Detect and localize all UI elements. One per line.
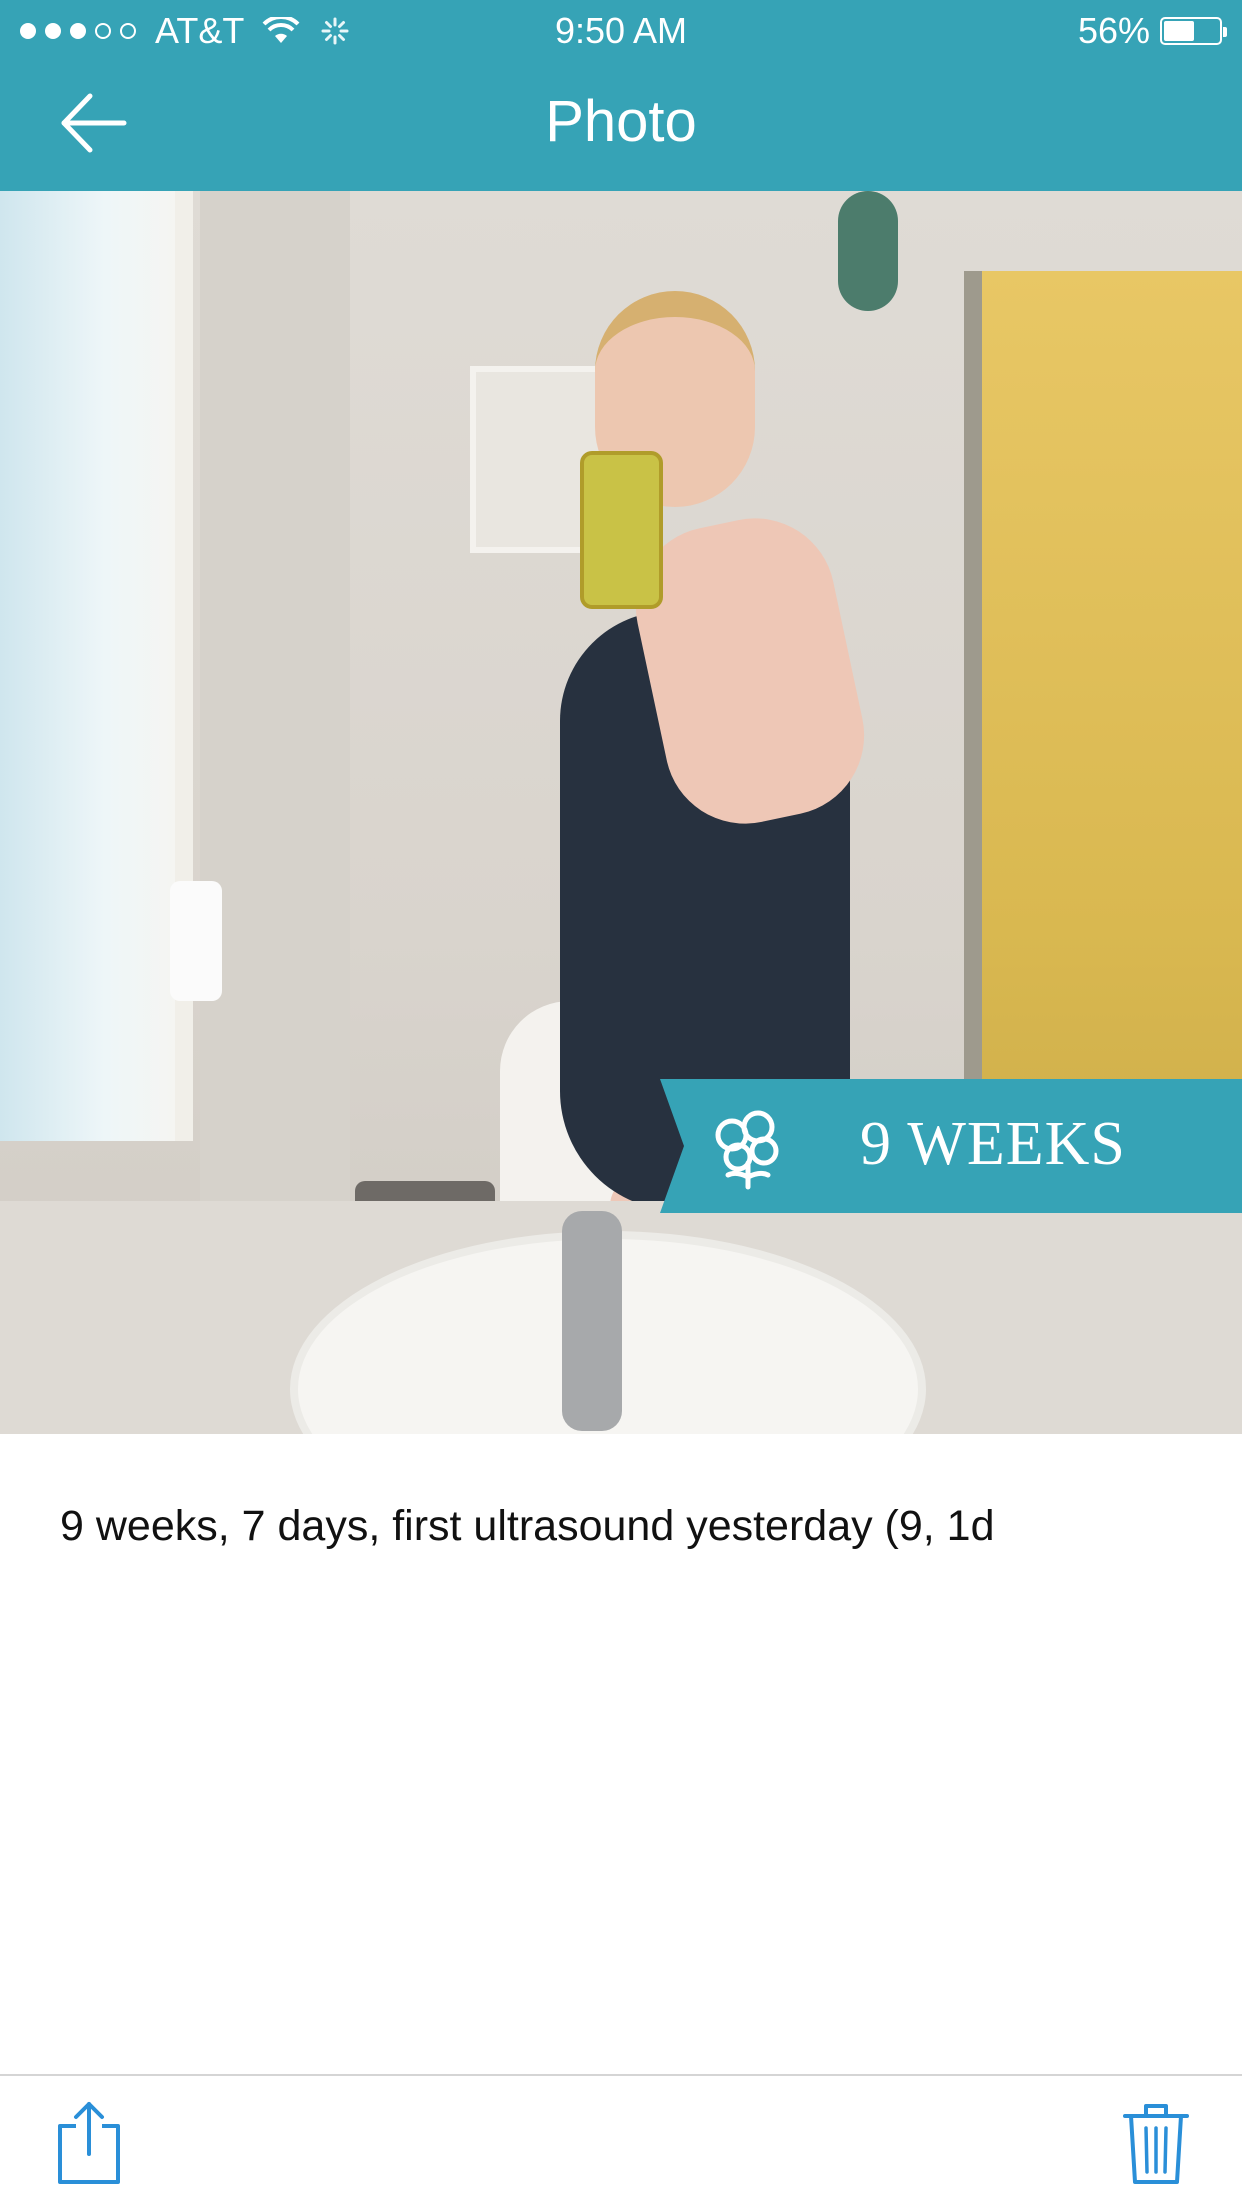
battery-percent: 56% (1077, 10, 1150, 51)
photo-phone (580, 451, 663, 609)
week-badge-label: 9 WEEKS (860, 1110, 1126, 1178)
photo-faucet (562, 1211, 622, 1431)
photo-window (0, 191, 193, 1141)
status-bar: AT&T 9:50 AM 56% (0, 0, 1242, 60)
battery-icon (1160, 17, 1227, 45)
delete-button[interactable] (1121, 2100, 1191, 2186)
photo-caption: 9 weeks, 7 days, first ultrasound yester… (60, 1502, 995, 1550)
share-button[interactable] (54, 2100, 124, 2186)
photo-clock (838, 191, 898, 311)
progress-photo (0, 191, 1242, 1434)
photo-wall (200, 191, 350, 1251)
status-time: 9:50 AM (554, 10, 688, 51)
cotton-flower-icon (715, 1110, 779, 1190)
trash-icon (1123, 2104, 1189, 2184)
photo-bottle (170, 881, 222, 1001)
week-badge: 9 WEEKS (660, 1079, 1242, 1213)
battery-fill (1164, 21, 1194, 41)
toolbar-divider (0, 2074, 1242, 2076)
top-bar: AT&T 9:50 AM 56% Photo (0, 0, 1242, 191)
page-title: Photo (545, 89, 697, 154)
battery-status: 56% (1077, 10, 1227, 52)
share-icon (58, 2102, 120, 2184)
